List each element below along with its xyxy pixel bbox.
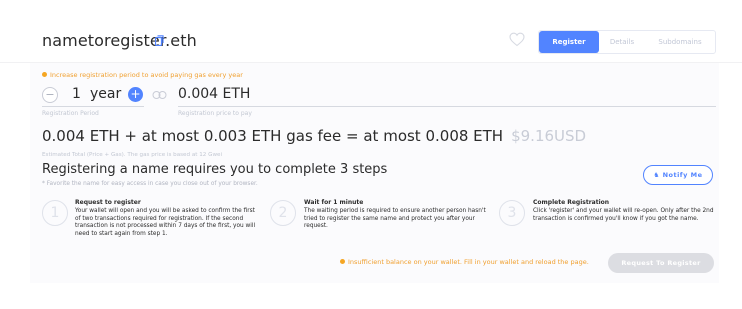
step-1-text: Your wallet will open and you will be as…: [75, 208, 256, 237]
registration-price-label: Registration price to pay: [178, 110, 252, 117]
estimate-note: Estimated Total (Price + Gas). The gas p…: [42, 152, 223, 158]
step-2-title: Wait for 1 minute: [304, 199, 364, 206]
steps-title: Registering a name requires you to compl…: [42, 162, 388, 177]
step-2-text: The waiting period is required to ensure…: [304, 208, 486, 230]
insufficient-balance-text: Insufficient balance on your wallet. Fil…: [348, 258, 589, 266]
warning-dot-icon: [42, 72, 47, 77]
notify-me-label: Notify Me: [662, 171, 703, 179]
link-icon: [152, 91, 167, 99]
estimated-total-usd: $9.16USD: [511, 127, 587, 145]
registration-period-value: 1: [72, 86, 81, 102]
heart-icon[interactable]: [509, 32, 525, 47]
registration-price-value: 0.004 ETH: [178, 86, 251, 102]
step-1-number: 1: [42, 200, 68, 226]
favorite-note: * Favorite the name for easy access in c…: [42, 181, 258, 187]
copy-icon[interactable]: [155, 35, 164, 46]
estimated-total: 0.004 ETH + at most 0.003 ETH gas fee = …: [42, 127, 586, 145]
registration-period-unit: year: [90, 86, 122, 102]
warning-dot-icon: [340, 259, 345, 264]
step-3-text: Click 'register' and your wallet will re…: [533, 208, 714, 222]
step-2-number: 2: [270, 200, 296, 226]
notify-me-button[interactable]: ♞︎ Notify Me: [643, 165, 713, 185]
price-underline: [178, 106, 716, 107]
insufficient-balance-message: Insufficient balance on your wallet. Fil…: [340, 258, 589, 266]
step-3-number: 3: [499, 200, 525, 226]
tab-details[interactable]: Details: [599, 31, 645, 53]
step-3-title: Complete Registration: [533, 199, 610, 206]
increase-period-button[interactable]: +: [128, 87, 143, 102]
registration-tip: Increase registration period to avoid pa…: [42, 71, 243, 79]
registration-tip-text: Increase registration period to avoid pa…: [50, 71, 243, 79]
request-to-register-button[interactable]: Request To Register: [608, 253, 714, 273]
bell-icon: ♞︎: [653, 171, 660, 179]
registration-period-label: Registration Period: [42, 110, 99, 117]
tab-register[interactable]: Register: [539, 31, 599, 53]
step-1-title: Request to register: [75, 199, 141, 206]
tab-subdomains[interactable]: Subdomains: [645, 31, 715, 53]
decrease-period-button[interactable]: −: [42, 87, 58, 103]
period-underline: [42, 106, 144, 107]
estimated-total-eth: 0.004 ETH + at most 0.003 ETH gas fee = …: [42, 127, 504, 145]
domain-name: nametoregister.eth: [42, 31, 197, 50]
tab-bar: Register Details Subdomains: [538, 30, 716, 54]
